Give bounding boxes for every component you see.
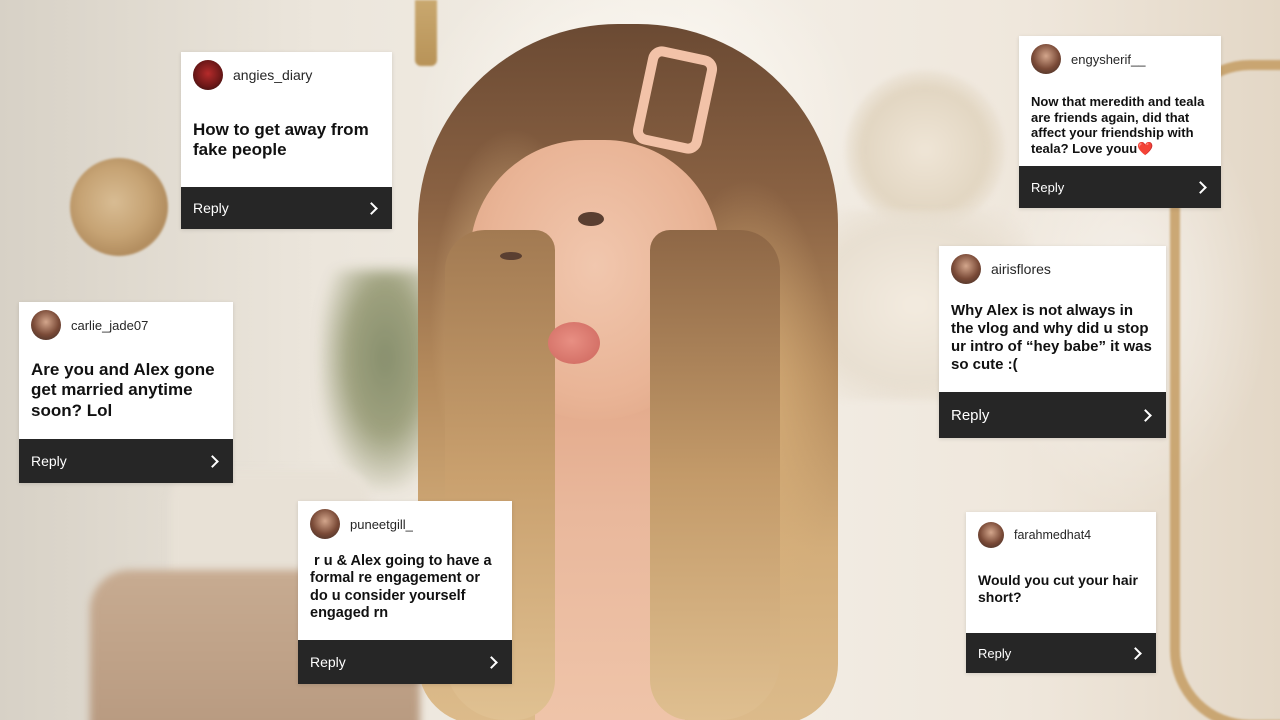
person-eye-right: [578, 212, 604, 226]
chevron-right-icon: [1129, 646, 1142, 660]
question-card: farahmedhat4 Would you cut your hair sho…: [966, 512, 1156, 673]
avatar[interactable]: [31, 310, 61, 340]
reply-label: Reply: [31, 453, 67, 469]
chevron-right-icon: [485, 655, 498, 669]
card-header: engysherif__: [1019, 36, 1221, 74]
username[interactable]: farahmedhat4: [1014, 528, 1091, 542]
chevron-right-icon: [1194, 180, 1207, 194]
reply-label: Reply: [1031, 179, 1065, 195]
ceiling-lamp: [415, 0, 437, 66]
username[interactable]: puneetgill_: [350, 517, 413, 532]
wall-straw-hat: [70, 158, 168, 256]
avatar[interactable]: [1031, 44, 1061, 74]
question-card: engysherif__ Now that meredith and teala…: [1019, 36, 1221, 208]
reply-button[interactable]: Reply: [1019, 166, 1221, 208]
question-text: How to get away from fake people: [193, 120, 369, 160]
question-text: Would you cut your hair short?: [978, 572, 1138, 605]
reply-button[interactable]: Reply: [966, 633, 1156, 673]
card-header: puneetgill_: [298, 501, 512, 539]
card-header: carlie_jade07: [19, 302, 233, 340]
username[interactable]: angies_diary: [233, 67, 312, 83]
question-card: airisflores Why Alex is not always in th…: [939, 246, 1166, 438]
username[interactable]: carlie_jade07: [71, 318, 148, 333]
card-header: airisflores: [939, 246, 1166, 284]
question-card: angies_diary How to get away from fake p…: [181, 52, 392, 229]
card-header: angies_diary: [181, 52, 392, 90]
username[interactable]: airisflores: [991, 261, 1051, 277]
question-card: carlie_jade07 Are you and Alex gone get …: [19, 302, 233, 483]
person-lips: [548, 322, 600, 364]
reply-button[interactable]: Reply: [939, 392, 1166, 438]
question-text: r u & Alex going to have a formal re eng…: [310, 553, 496, 622]
card-header: farahmedhat4: [966, 512, 1156, 550]
reply-button[interactable]: Reply: [19, 439, 233, 483]
avatar[interactable]: [193, 60, 223, 90]
reply-label: Reply: [951, 406, 990, 424]
question-text: Now that meredith and teala are friends …: [1031, 94, 1205, 156]
chevron-right-icon: [206, 454, 219, 468]
reply-button[interactable]: Reply: [298, 640, 512, 684]
username[interactable]: engysherif__: [1071, 52, 1145, 67]
question-card: puneetgill_ r u & Alex going to have a f…: [298, 501, 512, 684]
avatar[interactable]: [951, 254, 981, 284]
person-eye-left: [500, 252, 522, 260]
reply-label: Reply: [310, 654, 346, 670]
avatar[interactable]: [310, 509, 340, 539]
reply-label: Reply: [193, 200, 229, 216]
question-text: Why Alex is not always in the vlog and w…: [951, 302, 1152, 373]
question-text: Are you and Alex gone get married anytim…: [31, 360, 215, 420]
person-hair-right: [650, 230, 780, 720]
reply-label: Reply: [978, 645, 1012, 661]
avatar[interactable]: [978, 522, 1004, 548]
chevron-right-icon: [1139, 408, 1152, 422]
chevron-right-icon: [365, 201, 378, 215]
wall-decoration: [845, 70, 1005, 230]
reply-button[interactable]: Reply: [181, 187, 392, 229]
